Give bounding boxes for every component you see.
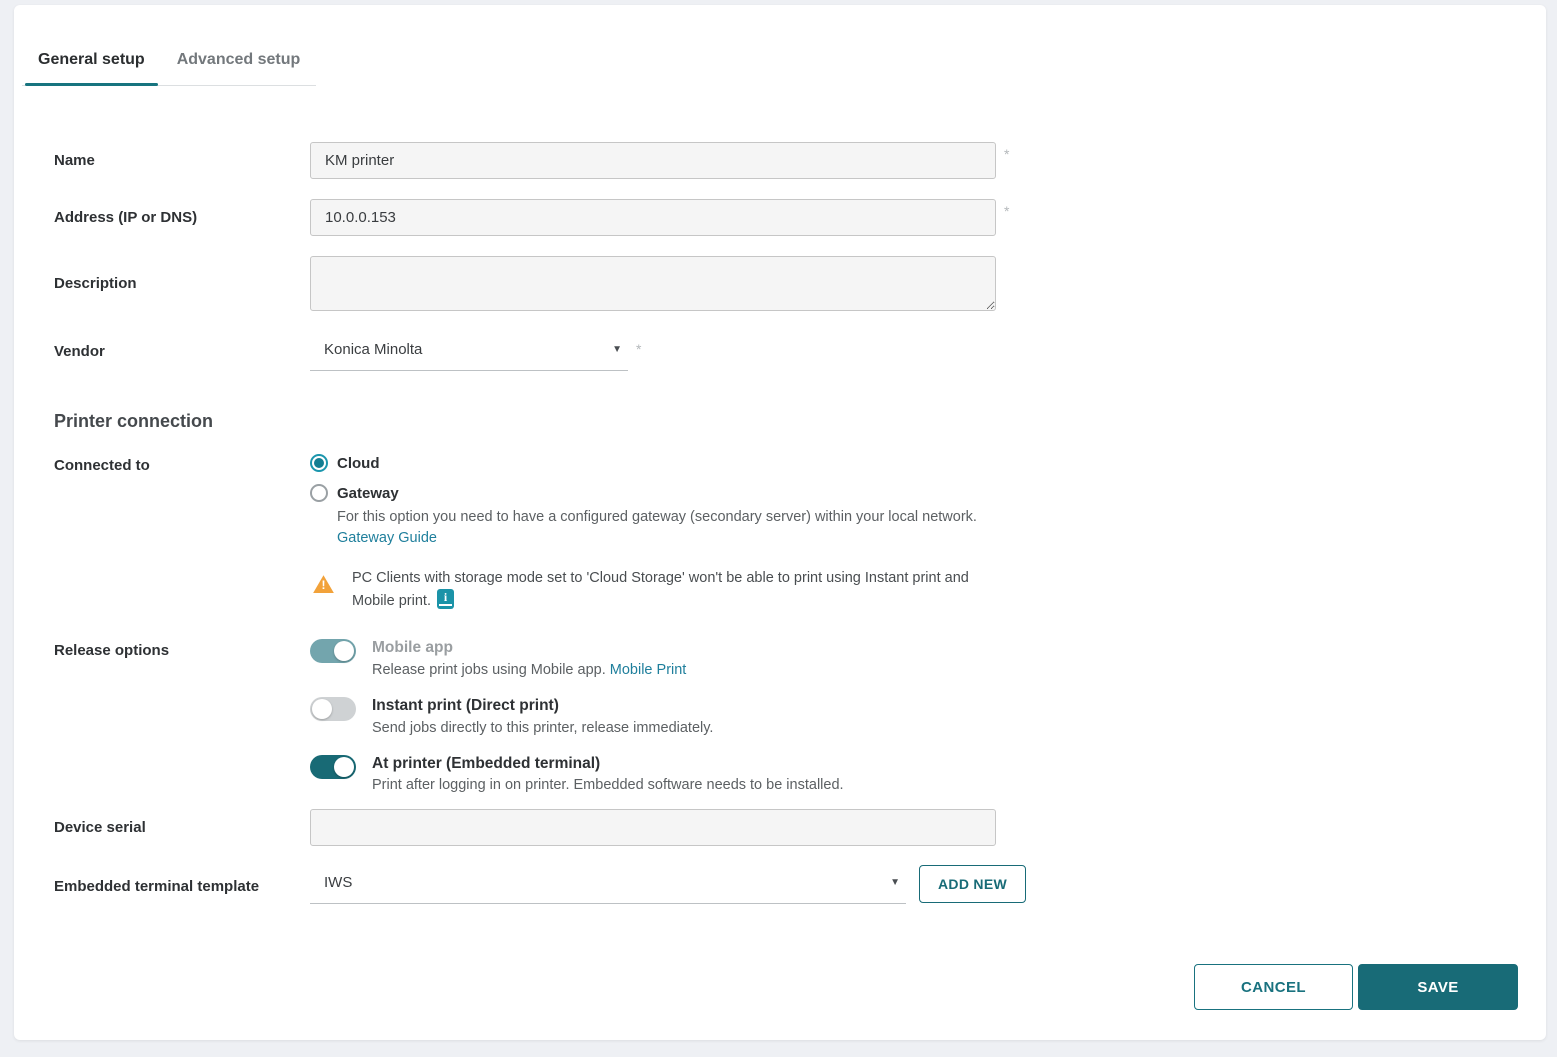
save-button[interactable]: SAVE <box>1358 964 1518 1010</box>
printer-connection-heading: Printer connection <box>54 411 1546 432</box>
general-setup-form: Name * Address (IP or DNS) * Description… <box>54 142 1546 904</box>
description-row: Description <box>54 256 1546 311</box>
name-label: Name <box>54 152 310 169</box>
chevron-down-icon: ▼ <box>612 344 622 355</box>
vendor-select-value: Konica Minolta <box>324 341 422 358</box>
radio-label-cloud: Cloud <box>337 455 380 472</box>
required-asterisk: * <box>1004 203 1009 219</box>
template-select[interactable]: IWS ▼ <box>310 870 906 904</box>
connected-to-label: Connected to <box>54 454 310 639</box>
chevron-down-icon: ▼ <box>890 877 900 888</box>
vendor-label: Vendor <box>54 337 310 371</box>
radio-label-gateway: Gateway <box>337 485 399 502</box>
address-input[interactable] <box>310 199 996 236</box>
mobile-print-link[interactable]: Mobile Print <box>610 662 687 678</box>
device-serial-row: Device serial <box>54 809 1546 846</box>
tab-advanced-setup[interactable]: Advanced setup <box>161 39 317 85</box>
warning-icon <box>313 575 334 593</box>
gateway-help: For this option you need to have a confi… <box>337 508 977 547</box>
mobile-app-title: Mobile app <box>372 639 686 658</box>
template-row: Embedded terminal template IWS ▼ ADD NEW <box>54 870 1546 904</box>
radio-option-gateway[interactable]: Gateway <box>310 484 1000 502</box>
address-label: Address (IP or DNS) <box>54 209 310 226</box>
tab-bar: General setup Advanced setup <box>22 39 316 86</box>
at-printer-title: At printer (Embedded terminal) <box>372 755 844 774</box>
template-label: Embedded terminal template <box>54 870 310 904</box>
mobile-app-toggle[interactable] <box>310 639 356 663</box>
radio-icon-selected <box>310 454 328 472</box>
instant-print-toggle[interactable] <box>310 697 356 721</box>
release-options-row: Release options Mobile app Release print… <box>54 639 1546 793</box>
printer-setup-card: General setup Advanced setup Name * Addr… <box>14 5 1546 1040</box>
radio-icon-unselected <box>310 484 328 502</box>
tab-general-setup[interactable]: General setup <box>22 39 161 85</box>
address-row: Address (IP or DNS) * <box>54 199 1546 236</box>
toggle-item-mobile-app: Mobile app Release print jobs using Mobi… <box>310 639 844 678</box>
vendor-select[interactable]: Konica Minolta ▼ <box>310 337 628 371</box>
mobile-app-desc: Release print jobs using Mobile app. Mob… <box>372 662 686 678</box>
description-label: Description <box>54 275 310 292</box>
name-row: Name * <box>54 142 1546 179</box>
cancel-button[interactable]: CANCEL <box>1194 964 1353 1010</box>
form-actions: CANCEL SAVE <box>1194 964 1518 1010</box>
description-textarea[interactable] <box>310 256 996 311</box>
gateway-help-text: For this option you need to have a confi… <box>337 509 977 525</box>
gateway-guide-link[interactable]: Gateway Guide <box>337 529 437 547</box>
vendor-row: Vendor Konica Minolta ▼ * <box>54 337 1546 371</box>
required-asterisk: * <box>636 341 641 357</box>
device-serial-input[interactable] <box>310 809 996 846</box>
warning-text: PC Clients with storage mode set to 'Clo… <box>352 569 1000 611</box>
name-input[interactable] <box>310 142 996 179</box>
cloud-storage-warning: PC Clients with storage mode set to 'Clo… <box>310 569 1000 611</box>
at-printer-toggle[interactable] <box>310 755 356 779</box>
instant-print-title: Instant print (Direct print) <box>372 697 713 716</box>
device-serial-label: Device serial <box>54 819 310 836</box>
connected-to-row: Connected to Cloud Gateway For this opti… <box>54 454 1546 639</box>
add-new-button[interactable]: ADD NEW <box>919 865 1026 903</box>
release-options-label: Release options <box>54 639 310 793</box>
radio-option-cloud[interactable]: Cloud <box>310 454 1000 472</box>
toggle-item-instant-print: Instant print (Direct print) Send jobs d… <box>310 697 844 736</box>
required-asterisk: * <box>1004 146 1009 162</box>
template-select-value: IWS <box>324 874 352 891</box>
documentation-info-icon[interactable] <box>437 589 454 609</box>
instant-print-desc: Send jobs directly to this printer, rele… <box>372 720 713 736</box>
toggle-item-at-printer: At printer (Embedded terminal) Print aft… <box>310 755 844 794</box>
at-printer-desc: Print after logging in on printer. Embed… <box>372 777 844 793</box>
